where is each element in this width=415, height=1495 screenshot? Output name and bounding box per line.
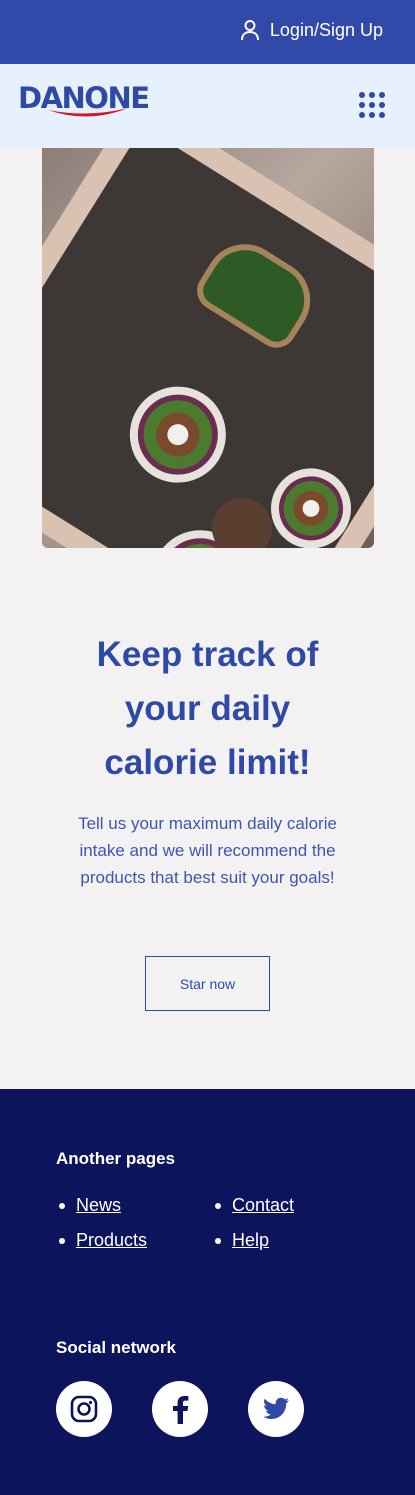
instagram-button[interactable] [56,1381,112,1437]
top-bar: Login/Sign Up [0,0,415,64]
footer-link-help[interactable]: Help [214,1230,269,1251]
footer-link-news[interactable]: News [58,1195,121,1216]
hero-heading: Keep track of your daily calorie limit! [0,628,415,790]
instagram-icon [70,1395,98,1423]
main-navbar: DANONE [0,64,415,148]
heading-line: Keep track of [96,635,319,674]
hero-image [42,148,374,548]
heading-line: your daily [124,689,291,728]
facebook-icon [173,1396,189,1424]
twitter-button[interactable] [248,1381,304,1437]
login-signup-link[interactable]: Login/Sign Up [240,19,383,41]
heading-line: calorie limit! [104,743,311,782]
another-pages-title: Another pages [56,1149,176,1168]
social-network-title: Social network [56,1338,176,1357]
start-now-button[interactable]: Star now [145,956,270,1011]
menu-grid-icon[interactable] [359,92,385,118]
facebook-button[interactable] [152,1381,208,1437]
danone-logo[interactable]: DANONE [18,82,158,126]
footer-link-contact[interactable]: Contact [214,1195,294,1216]
hero-description: Tell us your maximum daily calorie intak… [78,814,337,887]
twitter-icon [263,1397,289,1419]
login-signup-label: Login/Sign Up [269,19,383,40]
phone-illustration [42,148,374,548]
footer-link-products[interactable]: Products [58,1230,147,1251]
footer: Another pages News Products Contact Help… [0,1089,415,1495]
logo-swoosh [48,108,128,117]
user-icon [240,20,259,41]
